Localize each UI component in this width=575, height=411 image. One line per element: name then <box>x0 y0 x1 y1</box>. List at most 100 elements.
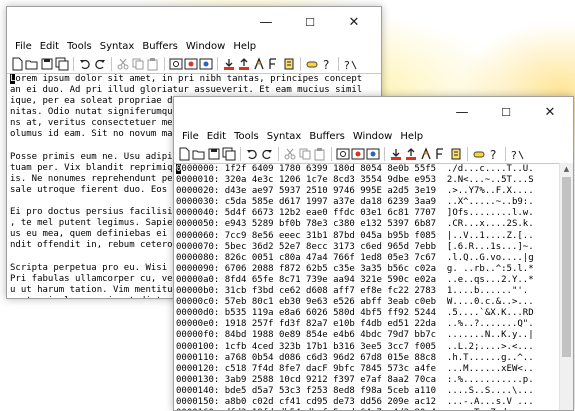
text-line: 00000e0: 1918 257f fd3f 82a7 e10b f4db e… <box>176 319 534 330</box>
toolbar-separator <box>240 146 241 161</box>
text-line: 0000090: 6706 2088 f872 62b5 c35e 3a35 b… <box>176 263 534 274</box>
find-next-icon[interactable] <box>184 57 198 71</box>
cut-icon[interactable] <box>116 57 130 71</box>
copy-icon[interactable] <box>131 57 145 71</box>
make-icon[interactable] <box>267 57 281 71</box>
toolbar-separator <box>331 146 332 161</box>
save-session-icon[interactable] <box>404 147 418 161</box>
help-icon[interactable]: ? <box>320 57 334 71</box>
menu-file[interactable]: File <box>11 41 36 52</box>
save-all-icon[interactable] <box>222 147 236 161</box>
open-folder-icon[interactable] <box>25 57 39 71</box>
menu-edit[interactable]: Edit <box>36 41 63 52</box>
scrollbar-thumb[interactable] <box>562 177 571 357</box>
menu-window[interactable]: Window <box>349 131 396 142</box>
text-line: 0000150: a8b0 c02d cf41 cd95 de73 dd56 2… <box>176 396 534 407</box>
toolbar-separator <box>164 56 165 71</box>
menu-file[interactable]: File <box>178 131 203 142</box>
ctags-icon[interactable] <box>449 147 463 161</box>
run-script-icon[interactable] <box>252 56 266 71</box>
menu-tools[interactable]: Tools <box>230 131 263 142</box>
find-help-icon[interactable]: ? <box>510 147 524 161</box>
menu-syntax[interactable]: Syntax <box>263 131 306 142</box>
toolbar-separator <box>73 56 74 71</box>
text-line: Lorem ipsum dolor sit amet, in pri nibh … <box>10 74 381 85</box>
text-line: 0000060: 7cc9 8e56 eeec 31b1 87bd 045a b… <box>176 230 534 241</box>
find-prev-icon[interactable] <box>199 57 213 71</box>
text-line: 0000050: e943 5289 bf0b 78e3 c380 e132 5… <box>176 219 534 230</box>
find-icon[interactable] <box>336 147 350 161</box>
tag-jump-icon[interactable] <box>472 147 486 161</box>
menu-window[interactable]: Window <box>182 41 229 52</box>
load-session-icon[interactable] <box>389 147 403 161</box>
text-line: 0000000: 1f2f 6409 1780 6399 180d 8054 8… <box>176 164 559 175</box>
text-line: 0000080: 826c 0051 c80a 47a4 766f 1ed8 0… <box>176 252 534 263</box>
front-hex-area[interactable]: 0000000: 1f2f 6409 1780 6399 180d 8054 8… <box>174 163 559 410</box>
save-all-icon[interactable] <box>55 57 69 71</box>
copy-icon[interactable] <box>298 147 312 161</box>
find-help-icon[interactable]: ? <box>343 57 357 71</box>
minimize-button[interactable]: — <box>440 97 484 127</box>
redo-icon[interactable] <box>260 147 274 161</box>
save-icon[interactable] <box>40 57 54 71</box>
toolbar-separator <box>217 56 218 71</box>
paste-icon[interactable] <box>146 57 160 71</box>
svg-text:?: ? <box>490 148 496 161</box>
svg-text:?: ? <box>511 149 517 161</box>
text-line: 0000160: dfd3 18fd db54 dbef 5acd 64c7 a… <box>176 408 559 410</box>
close-button[interactable]: ✕ <box>332 7 376 37</box>
front-menu-bar: File Edit Tools Syntax Buffers Window He… <box>174 127 573 145</box>
text-line-rest: 000000: 1f2f 6409 1780 6399 180d 8054 8e… <box>181 164 534 174</box>
undo-icon[interactable] <box>78 57 92 71</box>
run-script-icon[interactable] <box>419 146 433 161</box>
menu-help[interactable]: Help <box>396 131 427 142</box>
text-line: an ei duo. Ad pri illud gloriatur assuev… <box>10 85 363 96</box>
text-line: 0000070: 5bec 36d2 52e7 8ecc 3173 c6ed 9… <box>176 241 534 252</box>
tag-jump-icon[interactable] <box>305 57 319 71</box>
toolbar-separator <box>384 146 385 161</box>
menu-buffers[interactable]: Buffers <box>138 41 182 52</box>
maximize-button[interactable]: ☐ <box>288 7 332 37</box>
text-line: 00000c0: 57eb 80c1 eb30 9e63 e526 abff 3… <box>176 297 534 308</box>
toolbar-separator <box>300 56 301 71</box>
new-file-icon[interactable] <box>10 57 24 71</box>
find-prev-icon[interactable] <box>366 147 380 161</box>
undo-icon[interactable] <box>245 147 259 161</box>
close-button[interactable]: ✕ <box>528 97 572 127</box>
vertical-scrollbar[interactable]: ▲ <box>559 163 573 410</box>
help-icon[interactable]: ? <box>487 147 501 161</box>
make-icon[interactable] <box>434 147 448 161</box>
save-icon[interactable] <box>207 147 221 161</box>
toolbar-separator <box>338 56 339 71</box>
text-line: 0000140: bde5 d5a7 53c3 f253 8ed8 f98a 5… <box>176 385 534 396</box>
back-toolbar: ?? <box>7 55 381 72</box>
paste-icon[interactable] <box>313 147 327 161</box>
menu-syntax[interactable]: Syntax <box>96 41 139 52</box>
front-hex-window[interactable]: — ☐ ✕ File Edit Tools Syntax Buffers Win… <box>173 96 574 411</box>
text-line: 0000010: 320a 4e3c 1206 1c7e 8cd3 3554 9… <box>176 175 534 186</box>
open-folder-icon[interactable] <box>192 147 206 161</box>
front-title-bar[interactable]: — ☐ ✕ <box>174 97 573 127</box>
load-session-icon[interactable] <box>222 57 236 71</box>
minimize-button[interactable]: — <box>244 7 288 37</box>
back-title-bar[interactable]: — ☐ ✕ <box>7 7 381 37</box>
redo-icon[interactable] <box>93 57 107 71</box>
find-next-icon[interactable] <box>351 147 365 161</box>
text-line: 0000100: 1cfb 4ced 323b 17b1 b316 3ee5 3… <box>176 341 534 352</box>
svg-text:?: ? <box>323 58 329 71</box>
maximize-button[interactable]: ☐ <box>484 97 528 127</box>
menu-buffers[interactable]: Buffers <box>305 131 349 142</box>
menu-help[interactable]: Help <box>229 41 260 52</box>
text-line: 00000f0: 84bd 1988 0e89 854e e4b6 4bdc 7… <box>176 330 534 341</box>
save-session-icon[interactable] <box>237 57 251 71</box>
find-icon[interactable] <box>169 57 183 71</box>
front-toolbar: ?? <box>174 145 573 162</box>
scroll-up-arrow-icon[interactable]: ▲ <box>560 163 573 175</box>
text-line: 00000d0: b535 119a e8a6 6026 580d 4bf5 f… <box>176 308 534 319</box>
cut-icon[interactable] <box>283 147 297 161</box>
menu-tools[interactable]: Tools <box>63 41 96 52</box>
ctags-icon[interactable] <box>282 57 296 71</box>
menu-edit[interactable]: Edit <box>203 131 230 142</box>
new-file-icon[interactable] <box>177 147 191 161</box>
text-line: 0000040: 5d4f 6673 12b2 eae0 ffdc 03e1 6… <box>176 208 534 219</box>
